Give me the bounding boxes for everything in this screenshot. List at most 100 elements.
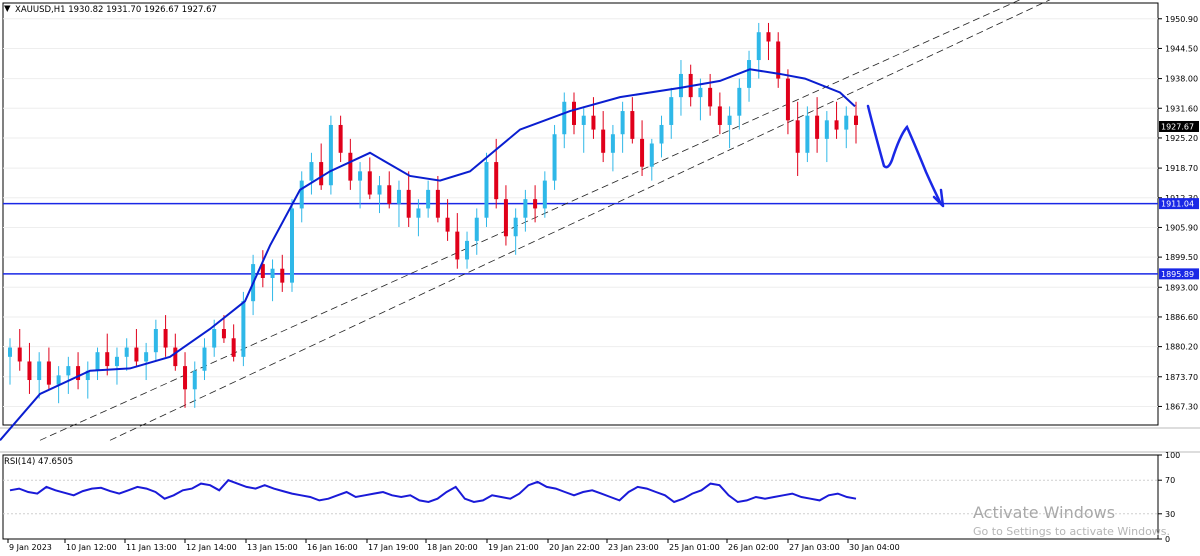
candle (46, 347, 51, 390)
candle (581, 106, 586, 153)
candle (95, 347, 100, 381)
candle (426, 180, 431, 218)
candle-body (717, 106, 722, 125)
candle (387, 171, 392, 209)
candle-body (474, 217, 479, 241)
x-tick-label: 26 Jan 02:00 (728, 543, 779, 552)
candle-body (396, 189, 401, 204)
candle (309, 152, 314, 195)
rsi-label: RSI(14) 47.6505 (4, 457, 74, 467)
candle-body (241, 301, 246, 357)
candle-body (581, 115, 586, 125)
y-tick-label: 1873.70 (1165, 373, 1198, 382)
candle-body (299, 180, 304, 209)
candle-body (377, 185, 382, 195)
candle-body (338, 124, 343, 153)
candle (785, 69, 790, 135)
candle-body (406, 189, 411, 218)
candle-body (513, 217, 518, 237)
candle (183, 352, 188, 408)
candle-body (435, 189, 440, 218)
candle (513, 208, 518, 255)
x-tick-label: 13 Jan 15:00 (247, 543, 298, 552)
x-tick-label: 27 Jan 03:00 (789, 543, 840, 552)
candle-body (426, 189, 431, 209)
candle (766, 22, 771, 61)
candle-body (416, 208, 421, 218)
rsi-line (9, 479, 857, 504)
candle-body (114, 356, 119, 367)
y-tick-label: 1931.60 (1165, 104, 1198, 113)
candle-body (144, 352, 149, 362)
candle-body (455, 231, 460, 260)
candle (649, 138, 654, 181)
chart-title: XAUUSD,H1 1930.82 1931.70 1926.67 1927.6… (15, 5, 217, 15)
candle (805, 106, 810, 163)
candle (523, 189, 528, 232)
candle (416, 199, 421, 237)
x-tick-label: 20 Jan 22:00 (549, 543, 600, 552)
candle (85, 361, 90, 399)
candle (134, 329, 139, 367)
candle (737, 78, 742, 130)
candle (377, 175, 382, 214)
candle (620, 101, 625, 153)
y-tick-label: 1944.50 (1165, 44, 1198, 53)
candle (406, 171, 411, 227)
candle-body (727, 115, 732, 125)
x-tick-label: 12 Jan 14:00 (186, 543, 237, 552)
candle-body (66, 366, 71, 376)
candle-body (678, 73, 683, 98)
candle-body (562, 101, 567, 135)
rsi-tick-label: 100 (1165, 451, 1180, 460)
candle (795, 101, 800, 176)
symbol-menu-caret[interactable]: ▼ (4, 4, 11, 14)
candle (270, 259, 275, 302)
x-tick-label: 25 Jan 01:00 (669, 543, 720, 552)
rsi-tick-label: 30 (1165, 510, 1175, 519)
channel-line (109, 0, 1051, 441)
x-tick-label: 17 Jan 19:00 (368, 543, 419, 552)
candle-body (747, 60, 752, 88)
candle (367, 157, 372, 200)
candle (834, 101, 839, 139)
x-tick-label: 10 Jan 12:00 (66, 543, 117, 552)
candle (455, 213, 460, 269)
candle (290, 199, 294, 292)
candle-body (192, 370, 197, 390)
candle (669, 87, 674, 139)
candle-body (173, 347, 178, 367)
candle (659, 115, 664, 158)
y-tick-label: 1950.90 (1165, 15, 1198, 24)
candle (815, 97, 820, 153)
y-tick-label: 1899.50 (1165, 253, 1198, 262)
candle-body (737, 87, 742, 116)
candle (435, 175, 440, 223)
chart-canvas: 1950.90 1944.50 1938.00 1931.60 1925.20 1918.… (0, 0, 1200, 552)
candle (153, 319, 158, 362)
candle-body (358, 171, 363, 181)
candle-body (649, 143, 654, 167)
candle-body (630, 111, 635, 139)
candle-body (183, 366, 188, 390)
candle (465, 231, 470, 269)
candle-body (698, 87, 703, 98)
candle-body (105, 352, 110, 367)
x-tick-label: 23 Jan 23:00 (608, 543, 659, 552)
candle-body (533, 199, 538, 209)
candle (630, 97, 635, 144)
candle-body (795, 120, 800, 153)
candle-body (8, 347, 12, 357)
candle-body (805, 115, 810, 153)
candle-body (328, 124, 333, 186)
candle (280, 254, 285, 292)
candle-body (785, 78, 790, 121)
x-tick-label: 9 Jan 2023 (9, 543, 52, 552)
candle (124, 338, 129, 371)
candle (299, 171, 304, 223)
candle (610, 124, 615, 172)
candle-body (620, 111, 625, 135)
candle-body (270, 268, 275, 278)
y-tick-label: 1880.20 (1165, 343, 1198, 352)
candle-body (572, 101, 576, 125)
